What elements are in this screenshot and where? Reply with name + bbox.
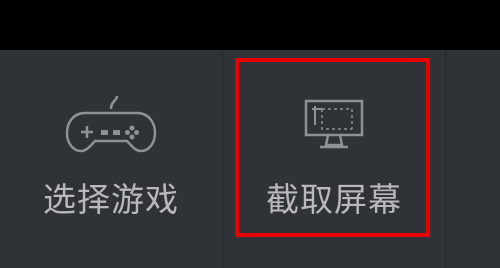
toolbar: 选择游戏 截取屏幕: [0, 50, 500, 268]
top-bar: [0, 0, 500, 50]
gamepad-icon: [65, 95, 157, 153]
select-game-button[interactable]: 选择游戏: [0, 50, 222, 268]
monitor-capture-icon: [304, 99, 364, 149]
capture-screen-label: 截取屏幕: [266, 180, 402, 219]
next-tool-button[interactable]: [446, 50, 500, 268]
capture-screen-button[interactable]: 截取屏幕: [223, 50, 445, 268]
select-game-label: 选择游戏: [43, 180, 179, 219]
